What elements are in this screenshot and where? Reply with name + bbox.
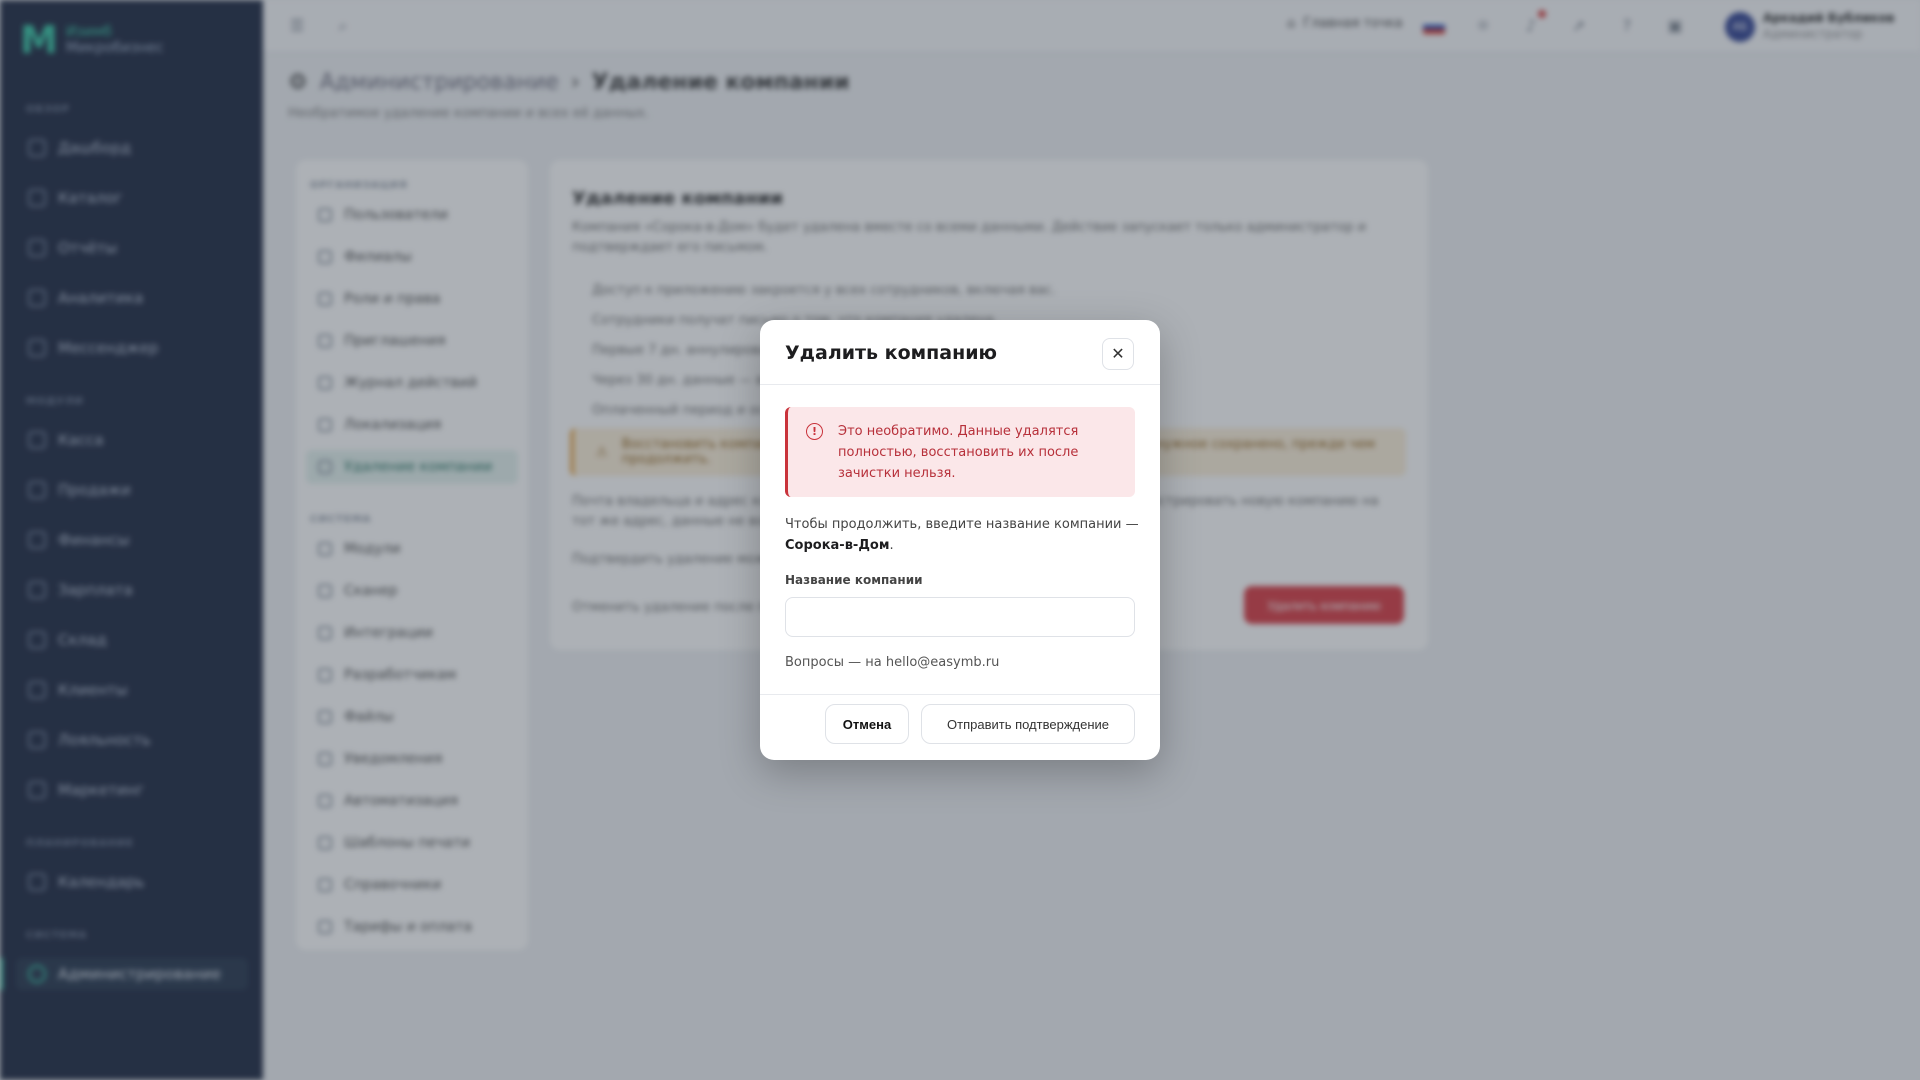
prompt-prefix: Чтобы продолжить, введите название компа… [785,517,1139,532]
delete-company-dialog: Удалить компанию ✕ ! Это необратимо. Дан… [760,320,1160,760]
alert-circle-icon: ! [806,423,823,440]
close-button[interactable]: ✕ [1102,338,1134,370]
dialog-header: Удалить компанию ✕ [760,320,1160,385]
send-confirmation-button[interactable]: Отправить подтверждение [921,704,1135,744]
dialog-footer: Отмена Отправить подтверждение [760,694,1160,760]
close-icon: ✕ [1111,346,1125,363]
confirm-prompt: Чтобы продолжить, введите название компа… [785,514,1140,556]
company-name-input[interactable] [785,597,1135,637]
alert-text: Это необратимо. Данные удалятся полность… [838,424,1079,481]
cancel-button[interactable]: Отмена [825,704,909,744]
prompt-suffix: . [889,538,894,553]
company-name: Сорока-в-Дом [785,538,890,553]
irreversible-alert: ! Это необратимо. Данные удалятся полнос… [785,407,1135,497]
support-note: Вопросы — на hello@easymb.ru [785,655,1000,670]
dialog-title: Удалить компанию [785,342,998,364]
company-name-label: Название компании [785,573,923,587]
